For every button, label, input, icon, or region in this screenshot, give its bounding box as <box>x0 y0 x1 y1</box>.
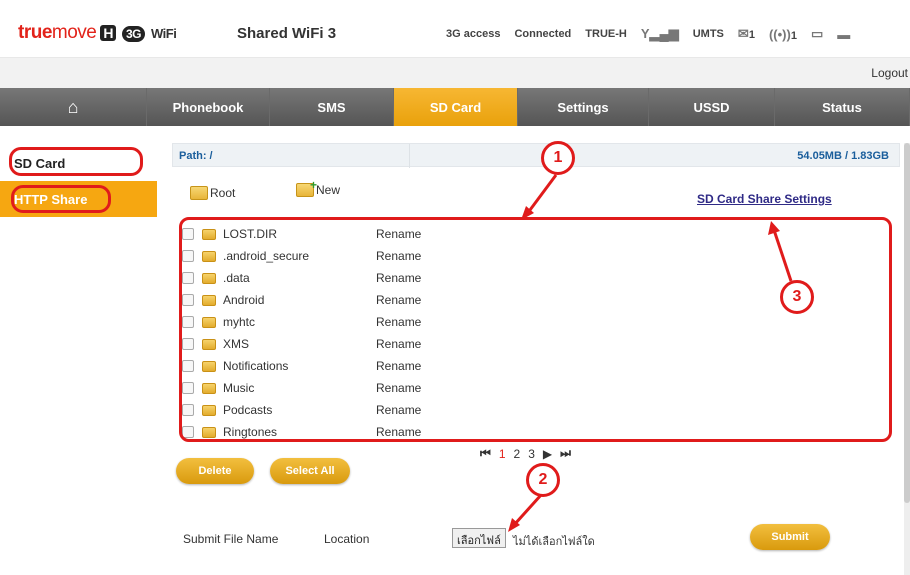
nav-home[interactable]: ⌂ <box>0 88 147 126</box>
nav-settings[interactable]: Settings <box>518 88 649 126</box>
nav-sms[interactable]: SMS <box>270 88 394 126</box>
arrow-2-head <box>508 518 520 532</box>
wifi-clients: ((•))1 <box>768 26 797 42</box>
logout-bar: Logout <box>0 58 910 88</box>
nav-sd-card[interactable]: SD Card <box>394 88 518 126</box>
arrow-2-line <box>512 493 543 527</box>
nav-status[interactable]: Status <box>775 88 910 126</box>
path-divider <box>409 144 410 168</box>
new-folder-icon: + <box>296 178 317 197</box>
root-button[interactable]: Root <box>190 186 235 200</box>
brand-logo: truemove H 3G WiFi <box>18 22 177 43</box>
device-title: Shared WiFi 3 <box>237 25 337 42</box>
submit-file-name-label: Submit File Name <box>183 532 279 546</box>
nav-ussd[interactable]: USSD <box>649 88 775 126</box>
next-page-icon[interactable]: ▶ <box>543 447 552 461</box>
pagination: ⏮ 1 2 3 ▶ ⏭ <box>480 446 571 461</box>
submit-button[interactable]: Submit <box>750 524 830 550</box>
annotation-badge-2: 2 <box>526 463 560 497</box>
access-type: 3G access <box>446 28 501 40</box>
annotation-badge-1: 1 <box>541 141 575 175</box>
annotation-box-file-list <box>179 217 892 442</box>
page-1[interactable]: 1 <box>499 447 506 461</box>
page-3[interactable]: 3 <box>528 447 535 461</box>
sms-indicator[interactable]: ✉1 <box>738 26 755 42</box>
new-folder-button[interactable]: + New <box>296 178 340 197</box>
annotation-badge-3: 3 <box>780 280 814 314</box>
first-page-icon[interactable]: ⏮ <box>480 446 491 461</box>
status-bar: 3G access Connected TRUE-H Y▂▄▆ UMTS ✉1 … <box>446 26 850 42</box>
message-icon: ▭ <box>810 26 824 41</box>
scrollbar-thumb[interactable] <box>904 143 910 503</box>
page-2[interactable]: 2 <box>514 447 521 461</box>
choose-file-button[interactable]: เลือกไฟล์ <box>452 528 506 548</box>
annotation-highlight-http-share <box>11 185 111 213</box>
connection-status: Connected <box>514 28 572 40</box>
home-icon: ⌂ <box>67 96 79 117</box>
no-file-chosen-text: ไม่ได้เลือกไฟล์ใด <box>513 536 595 548</box>
sd-card-share-settings-link[interactable]: SD Card Share Settings <box>697 192 832 206</box>
nav-phonebook[interactable]: Phonebook <box>147 88 270 126</box>
sd-capacity: 54.05MB / 1.83GB <box>797 150 889 162</box>
folder-icon <box>190 186 208 200</box>
scrollbar[interactable] <box>904 143 910 575</box>
annotation-highlight-sd-card <box>9 147 143 176</box>
network-type: UMTS <box>692 28 724 40</box>
select-all-button[interactable]: Select All <box>270 458 350 484</box>
arrow-1-line <box>525 174 558 215</box>
signal-strength-icon: Y▂▄▆ <box>640 26 679 41</box>
broadcast-icon: ((•)) <box>768 26 791 42</box>
last-page-icon[interactable]: ⏭ <box>560 446 571 461</box>
battery-icon: ▬ <box>837 26 851 42</box>
main-nav: ⌂ Phonebook SMS SD Card Settings USSD St… <box>0 88 910 126</box>
path-bar: Path: / 54.05MB / 1.83GB <box>172 143 900 168</box>
envelope-icon: ✉ <box>737 26 749 41</box>
operator-name: TRUE-H <box>585 28 627 40</box>
logout-link[interactable]: Logout <box>871 66 908 80</box>
delete-button[interactable]: Delete <box>176 458 254 484</box>
location-label: Location <box>324 532 370 546</box>
top-header: truemove H 3G WiFi Shared WiFi 3 3G access … <box>0 0 910 58</box>
current-path: Path: / <box>179 150 213 162</box>
